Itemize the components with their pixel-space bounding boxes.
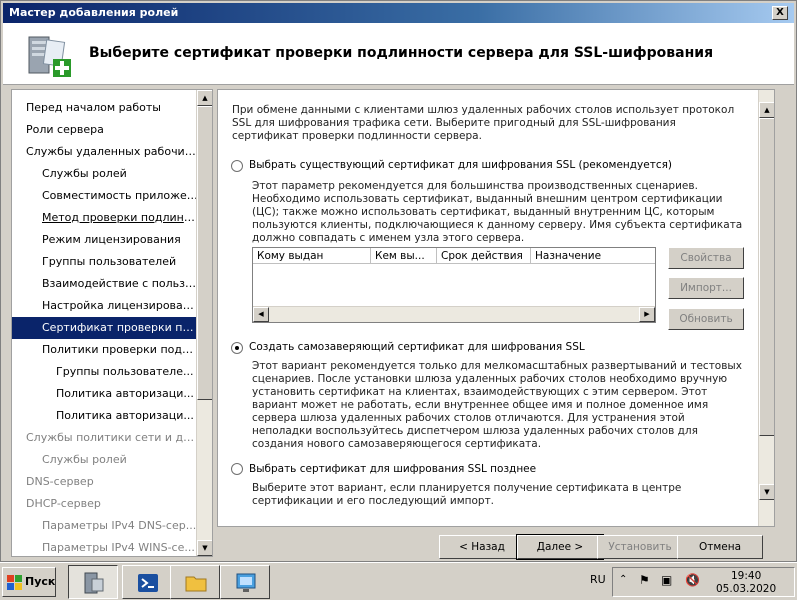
nav-item[interactable]: DHCP-сервер [12,493,198,515]
clock-date[interactable]: 05.03.2020 [716,583,776,595]
option-existing-desc: Этот параметр рекомендуется для большинс… [252,180,743,244]
scroll-left-icon[interactable]: ◀ [253,307,269,322]
radio-existing-cert[interactable] [231,160,243,172]
option-later-label[interactable]: Выбрать сертификат для шифрования SSL по… [249,463,729,476]
nav-item[interactable]: Политика авторизаци... [12,383,198,405]
tray-expand-icon[interactable]: ⌃ [619,574,627,585]
nav-item[interactable]: Совместимость приложений [12,185,198,207]
radio-self-signed[interactable] [231,342,243,354]
nav-item[interactable]: Метод проверки подлинности [12,207,198,229]
content-scrollbar[interactable]: ▲ ▼ [758,90,774,526]
taskbar-server-manager[interactable] [68,565,118,599]
nav-item[interactable]: Сертификат проверки по... [12,317,198,339]
close-button[interactable]: X [772,6,788,20]
nav-item[interactable]: Взаимодействие с пользо... [12,273,198,295]
wizard-nav: Перед началом работы Роли сервера Службы у… [11,89,213,557]
server-add-icon [28,36,71,77]
page-title: Выберите сертификат проверки подлинности… [89,45,714,61]
install-button[interactable]: Установить [597,535,683,559]
table-header: Кому выдан Кем вы... Срок действия Назна… [253,248,655,264]
nav-item[interactable]: Перед началом работы [12,97,198,119]
nav-item[interactable]: Настройка лицензирован... [12,295,198,317]
taskbar: Пуск RU ⌃ ⚑ ▣ 🔇 19:40 05.03.2020 [0,562,797,600]
server-manager-icon [84,572,104,594]
option-self-signed-label[interactable]: Создать самозаверяющий сертификат для ши… [249,341,729,354]
wizard-header: Выберите сертификат проверки подлинности… [3,23,794,85]
col-purpose[interactable]: Назначение [531,248,657,264]
scroll-up-icon[interactable]: ▲ [759,102,774,118]
folder-icon [185,576,207,592]
nav-item[interactable]: Параметры IPv4 DNS-сер... [12,515,198,537]
taskbar-explorer[interactable] [170,565,220,599]
intro-text: При обмене данными с клиентами шлюз удал… [232,104,735,142]
language-indicator[interactable]: RU [590,573,606,586]
flag-icon[interactable]: ⚑ [639,573,650,587]
nav-item[interactable]: Режим лицензирования [12,229,198,251]
scroll-up-icon[interactable]: ▲ [197,90,212,106]
option-later-desc: Выберите этот вариант, если планируется … [252,482,682,507]
start-label: Пуск [25,575,56,588]
option-existing-label[interactable]: Выбрать существующий сертификат для шифр… [249,159,729,172]
properties-button[interactable]: Свойства [668,247,744,269]
nav-item[interactable]: Роли сервера [12,119,198,141]
powershell-icon [138,574,158,592]
network-icon [236,573,256,592]
cancel-button[interactable]: Отмена [677,535,763,559]
nav-item[interactable]: Политики проверки подл... [12,339,198,361]
scroll-right-icon[interactable]: ▶ [639,307,655,322]
nav-item[interactable]: Группы пользователе... [12,361,198,383]
wizard-window: Мастер добавления ролей X Выберите серти… [0,0,797,562]
taskbar-powershell[interactable] [122,565,172,599]
nav-item[interactable]: Службы ролей [12,449,198,471]
nav-item[interactable]: Службы ролей [12,163,198,185]
refresh-button[interactable]: Обновить [668,308,744,330]
scroll-down-icon[interactable]: ▼ [759,484,774,500]
wizard-content: При обмене данными с клиентами шлюз удал… [217,89,775,527]
nav-item[interactable]: DNS-сервер [12,471,198,493]
option-self-signed-desc: Этот вариант рекомендуется только для ме… [252,360,742,450]
nav-item[interactable]: Службы удаленных рабочих ст... [12,141,198,163]
nav-item[interactable]: Группы пользователей [12,251,198,273]
scroll-down-icon[interactable]: ▼ [197,540,212,556]
taskbar-network[interactable] [220,565,270,599]
col-issued-by[interactable]: Кем вы... [371,248,437,264]
scroll-thumb[interactable] [197,106,212,400]
windows-logo-icon [7,575,22,590]
table-hscrollbar[interactable]: ◀ ▶ [253,306,655,322]
back-button[interactable]: < Назад [439,535,525,559]
col-expiration[interactable]: Срок действия [437,248,531,264]
nav-item[interactable]: Параметры IPv4 WINS-се... [12,537,198,556]
start-button[interactable]: Пуск [2,567,56,597]
radio-later[interactable] [231,463,243,475]
title-bar[interactable]: Мастер добавления ролей X [3,3,794,23]
import-button[interactable]: Импорт... [668,277,744,299]
next-button[interactable]: Далее > [516,534,604,560]
network-tray-icon[interactable]: ▣ [661,573,672,587]
certificate-table[interactable]: Кому выдан Кем вы... Срок действия Назна… [252,247,656,323]
system-tray: ⌃ ⚑ ▣ 🔇 19:40 05.03.2020 [612,567,795,597]
nav-item[interactable]: Службы политики сети и до... [12,427,198,449]
window-title: Мастер добавления ролей [9,6,179,19]
volume-muted-icon[interactable]: 🔇 [685,573,700,587]
nav-scrollbar[interactable]: ▲ ▼ [196,90,212,556]
clock-time[interactable]: 19:40 [731,570,761,582]
scroll-thumb[interactable] [759,118,774,436]
col-issued-to[interactable]: Кому выдан [253,248,371,264]
nav-item[interactable]: Политика авторизаци... [12,405,198,427]
